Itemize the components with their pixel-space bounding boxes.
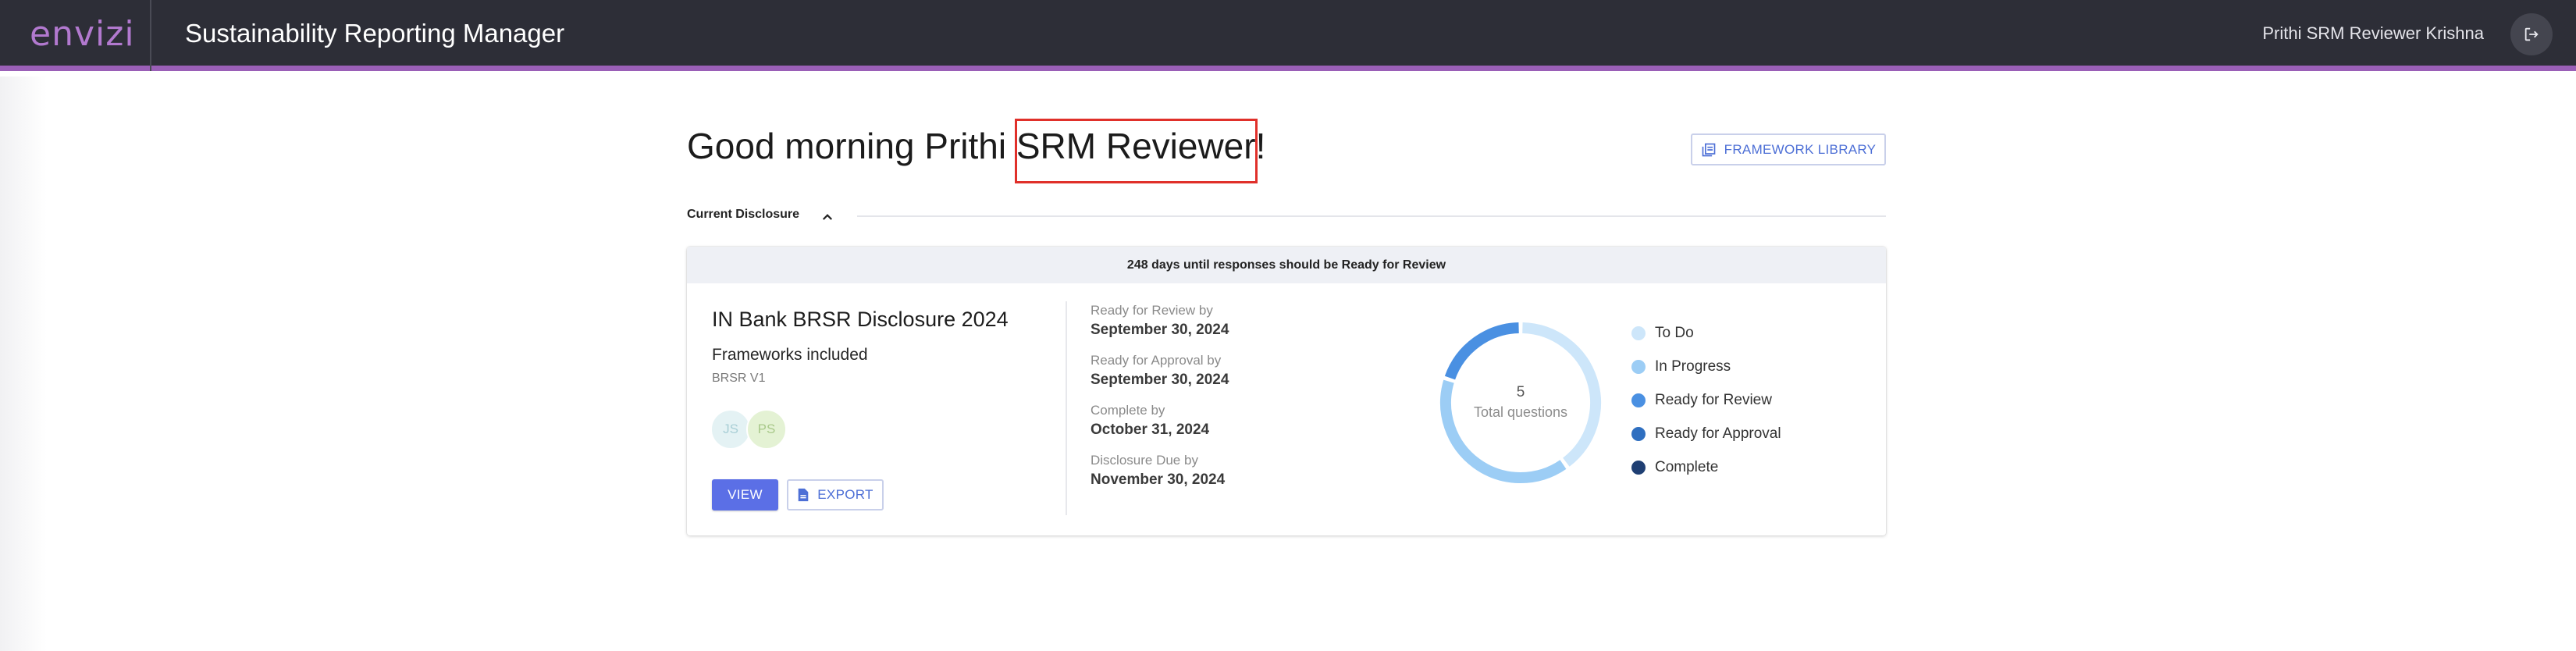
card-divider (1066, 301, 1067, 515)
logout-icon (2524, 27, 2539, 41)
envizi-logo[interactable]: envizi (30, 14, 135, 54)
legend-label: Ready for Review (1655, 392, 1772, 408)
chevron-up-icon (822, 214, 833, 220)
left-shade (0, 76, 47, 651)
section-divider (857, 215, 1886, 217)
highlight-annotation (1015, 119, 1258, 183)
framework-library-label: FRAMEWORK LIBRARY (1724, 141, 1877, 157)
date-label: Ready for Review by (1091, 303, 1213, 318)
date-value: September 30, 2024 (1091, 372, 1229, 388)
app-title: Sustainability Reporting Manager (185, 19, 565, 48)
user-name[interactable]: Prithi SRM Reviewer Krishna (2262, 23, 2484, 44)
date-value: September 30, 2024 (1091, 322, 1229, 338)
frameworks-heading: Frameworks included (712, 346, 868, 364)
legend-item-to-do: To Do (1631, 325, 1694, 342)
status-donut-chart (1440, 322, 1601, 483)
legend-item-in-progress: In Progress (1631, 358, 1731, 375)
total-questions-count: 5 (1516, 384, 1525, 400)
library-icon (1702, 143, 1716, 156)
date-value: November 30, 2024 (1091, 471, 1226, 488)
top-bar: envizi Sustainability Reporting Manager … (0, 0, 2576, 71)
legend-label: Complete (1655, 459, 1719, 475)
date-label: Complete by (1091, 403, 1165, 418)
total-questions-label: Total questions (1473, 404, 1568, 420)
current-disclosure-label: Current Disclosure (687, 208, 800, 221)
date-value: October 31, 2024 (1091, 422, 1210, 438)
legend-label: Ready for Approval (1655, 425, 1781, 442)
disclosure-card: 248 days until responses should be Ready… (687, 247, 1886, 535)
export-label: EXPORT (817, 487, 873, 502)
framework-name: BRSR V1 (712, 372, 766, 385)
logout-button[interactable] (2510, 13, 2553, 55)
disclosure-title: IN Bank BRSR Disclosure 2024 (712, 308, 1009, 331)
document-icon (798, 488, 809, 502)
framework-library-button[interactable]: FRAMEWORK LIBRARY (1691, 133, 1886, 165)
collapse-toggle[interactable] (818, 208, 837, 226)
date-label: Disclosure Due by (1091, 453, 1198, 468)
legend-item-ready-for-approval: Ready for Approval (1631, 425, 1781, 443)
deadline-banner: 248 days until responses should be Ready… (687, 247, 1886, 283)
legend-dot (1631, 427, 1646, 441)
legend-item-ready-for-review: Ready for Review (1631, 392, 1772, 409)
avatar[interactable]: PS (746, 409, 787, 450)
legend-item-complete: Complete (1631, 459, 1718, 476)
donut-slice-ready-for-review (1444, 322, 1519, 380)
view-button[interactable]: VIEW (712, 479, 778, 510)
export-button[interactable]: EXPORT (787, 479, 884, 510)
legend-label: In Progress (1655, 358, 1731, 375)
topbar-divider (150, 0, 151, 71)
legend-dot (1631, 326, 1646, 340)
legend-dot (1631, 360, 1646, 374)
legend-label: To Do (1655, 325, 1694, 341)
legend-dot (1631, 393, 1646, 407)
legend-dot (1631, 461, 1646, 475)
avatar[interactable]: JS (710, 409, 751, 450)
date-label: Ready for Approval by (1091, 353, 1222, 368)
